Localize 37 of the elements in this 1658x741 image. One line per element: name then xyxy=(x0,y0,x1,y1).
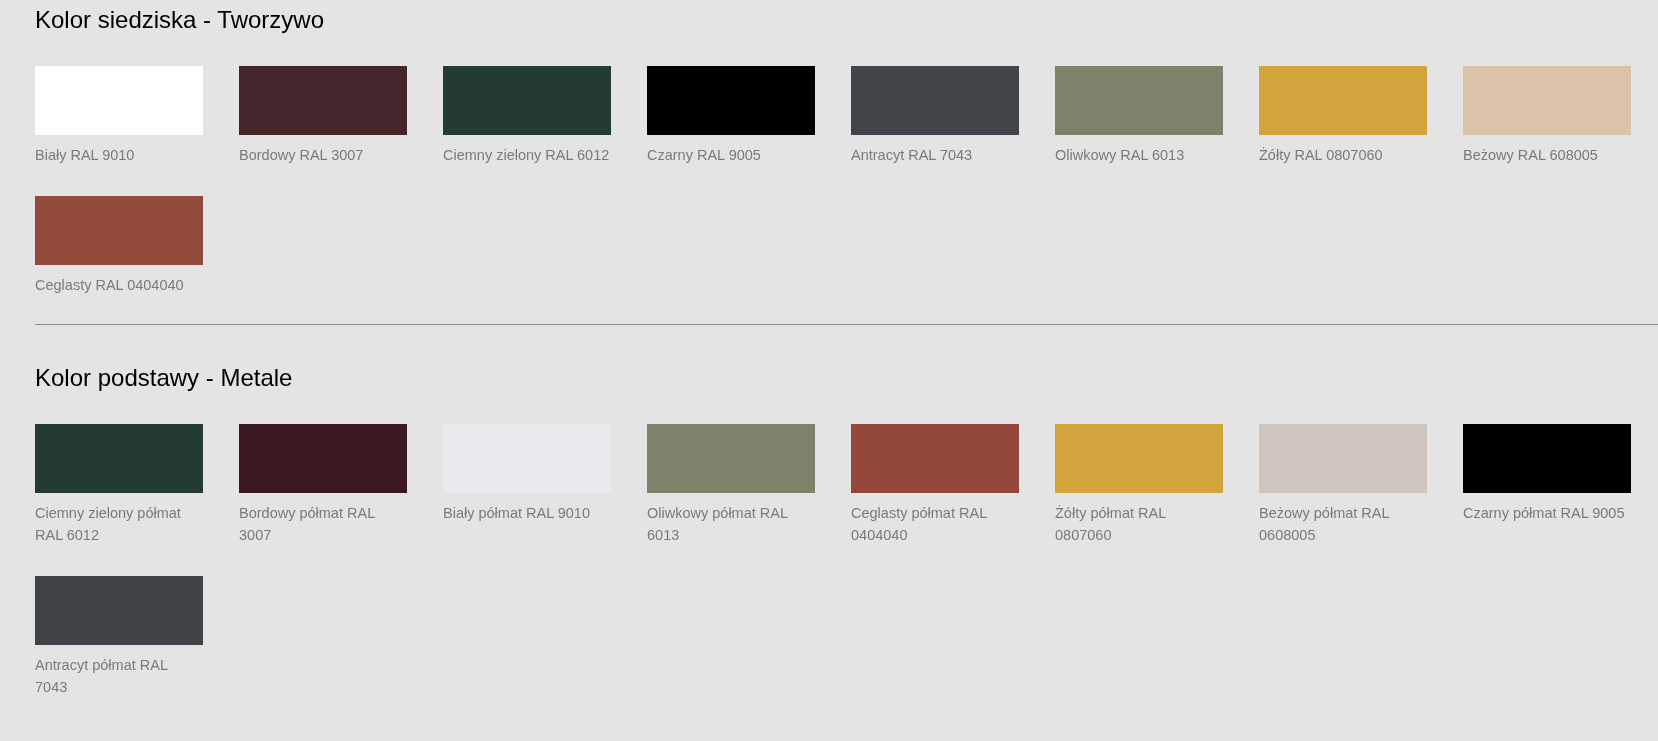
color-swatch[interactable] xyxy=(35,424,203,493)
color-label: Beżowy RAL 608005 xyxy=(1463,146,1598,165)
color-label: Antracyt RAL 7043 xyxy=(851,146,973,165)
color-swatch[interactable] xyxy=(647,424,815,493)
color-swatch[interactable] xyxy=(443,66,611,135)
color-label: Czarny RAL 9005 xyxy=(647,146,761,165)
color-swatch[interactable] xyxy=(1055,66,1223,135)
color-swatch[interactable] xyxy=(1259,424,1427,493)
color-label: Bordowy półmat RAL 3007 xyxy=(239,504,376,545)
color-label: Biały RAL 9010 xyxy=(35,146,135,165)
section-title: Kolor siedziska - Tworzywo xyxy=(35,5,324,35)
color-label: Oliwkowy RAL 6013 xyxy=(1055,146,1185,165)
color-swatch[interactable] xyxy=(851,66,1019,135)
color-swatch[interactable] xyxy=(35,576,203,645)
color-swatch[interactable] xyxy=(851,424,1019,493)
color-label: Ciemny zielony półmat RAL 6012 xyxy=(35,504,182,545)
color-label: Ciemny zielony RAL 6012 xyxy=(443,146,610,165)
color-label: Czarny półmat RAL 9005 xyxy=(1463,504,1625,523)
color-swatch[interactable] xyxy=(1463,424,1631,493)
color-swatch[interactable] xyxy=(239,424,407,493)
color-swatch[interactable] xyxy=(1259,66,1427,135)
color-label: Ceglasty RAL 0404040 xyxy=(35,276,184,295)
section-title: Kolor podstawy - Metale xyxy=(35,363,293,393)
color-swatch[interactable] xyxy=(35,196,203,265)
color-label: Żółty półmat RAL 0807060 xyxy=(1055,504,1167,545)
color-label: Biały półmat RAL 9010 xyxy=(443,504,590,523)
color-swatch[interactable] xyxy=(239,66,407,135)
color-swatch[interactable] xyxy=(1055,424,1223,493)
color-label: Ceglasty półmat RAL 0404040 xyxy=(851,504,988,545)
color-swatch[interactable] xyxy=(647,66,815,135)
color-label: Oliwkowy półmat RAL 6013 xyxy=(647,504,789,545)
color-swatch[interactable] xyxy=(1463,66,1631,135)
color-swatch[interactable] xyxy=(35,66,203,135)
color-label: Antracyt półmat RAL 7043 xyxy=(35,656,169,697)
color-label: Żółty RAL 0807060 xyxy=(1259,146,1383,165)
color-label: Beżowy półmat RAL 0608005 xyxy=(1259,504,1391,545)
color-label: Bordowy RAL 3007 xyxy=(239,146,364,165)
